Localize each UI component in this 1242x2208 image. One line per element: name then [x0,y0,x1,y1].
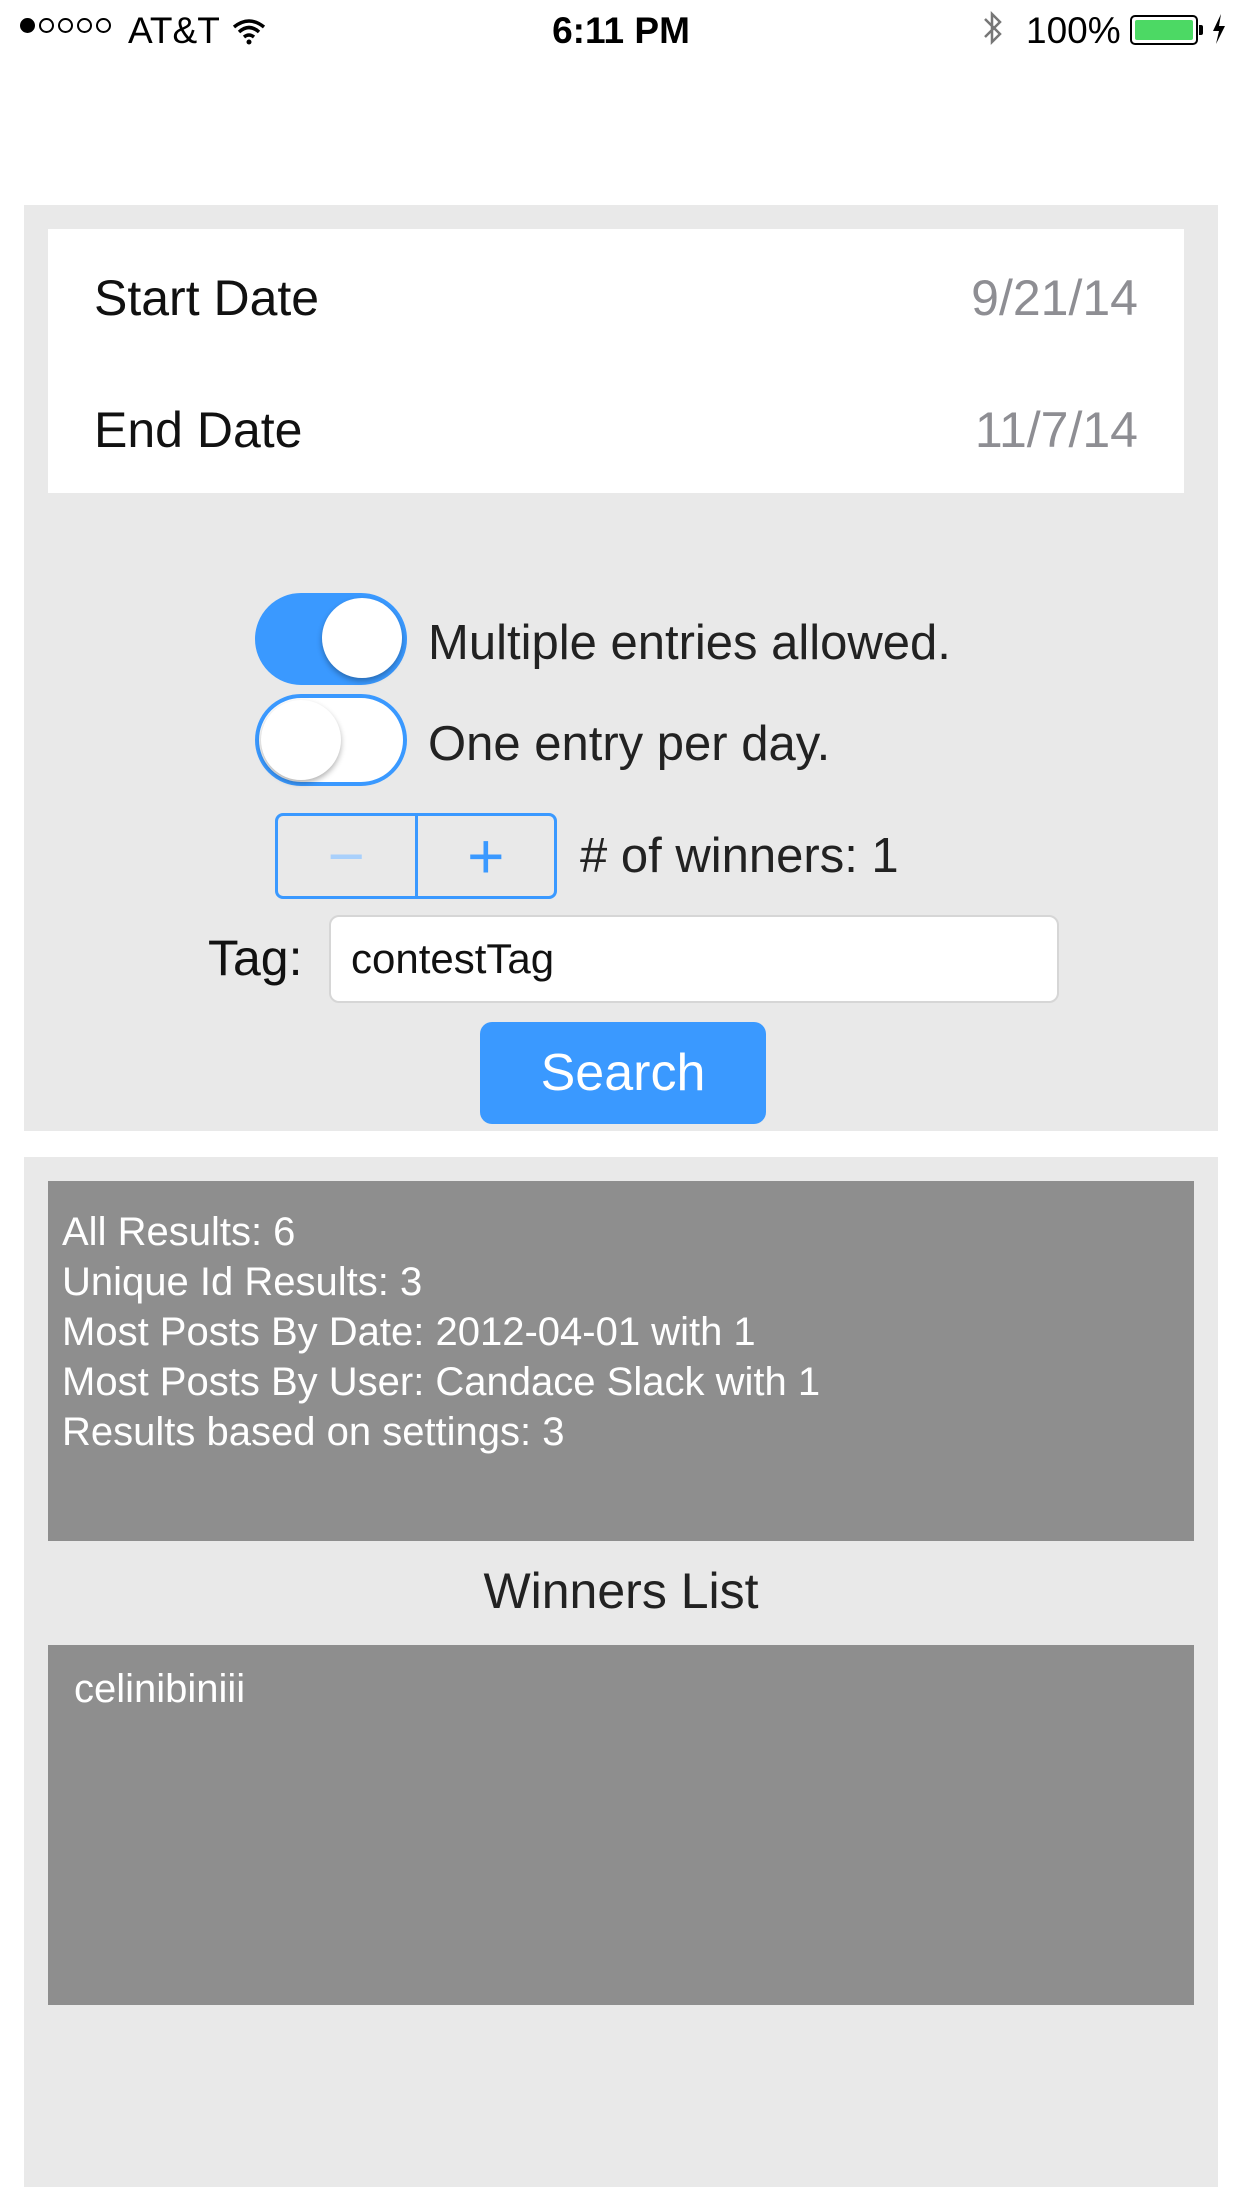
date-range-card: Start Date 9/21/14 End Date 11/7/14 [48,229,1184,493]
all-results-text: All Results: 6 [62,1210,296,1254]
results-based-on-settings-text: Results based on settings: 3 [62,1410,565,1454]
most-posts-by-date-text: Most Posts By Date: 2012-04-01 with 1 [62,1310,756,1354]
multiple-entries-toggle[interactable] [255,593,407,685]
tag-label: Tag: [208,930,303,986]
start-date-label: Start Date [94,270,320,326]
winners-list-box: celinibiniii [48,1645,1194,2005]
multiple-entries-label: Multiple entries allowed. [428,616,951,670]
unique-id-results-text: Unique Id Results: 3 [62,1260,423,1304]
increment-button[interactable]: + [418,816,555,896]
battery-percentage: 100% [1026,10,1121,51]
list-item: celinibiniii [74,1667,246,1711]
end-date-value[interactable]: 11/7/14 [975,401,1138,459]
end-date-label: End Date [94,402,303,458]
winners-list-title: Winners List [483,1563,759,1619]
results-summary-box: All Results: 6 Unique Id Results: 3 Most… [48,1181,1194,1541]
one-entry-per-day-label: One entry per day. [428,717,831,771]
decrement-button[interactable]: − [278,816,418,896]
start-date-value[interactable]: 9/21/14 [971,269,1138,327]
bluetooth-icon [982,10,1004,55]
tag-input[interactable] [329,915,1059,1003]
end-date-row[interactable]: End Date 11/7/14 [48,361,1184,493]
start-date-row[interactable]: Start Date 9/21/14 [48,229,1184,361]
results-panel: All Results: 6 Unique Id Results: 3 Most… [24,1157,1218,2187]
toggle-knob [322,598,402,678]
search-button[interactable]: Search [480,1022,766,1124]
toggle-knob [261,700,341,780]
one-entry-per-day-toggle[interactable] [255,694,407,786]
contest-settings-panel: Start Date 9/21/14 End Date 11/7/14 Mult… [24,205,1218,1131]
battery-icon [1130,15,1203,45]
most-posts-by-user-text: Most Posts By User: Candace Slack with 1 [62,1360,821,1404]
status-bar: AT&T 6:11 PM 100% [0,0,1242,64]
charging-bolt-icon [1210,12,1228,55]
winners-count-label: # of winners: 1 [580,829,899,883]
winners-stepper: − + [275,813,557,899]
